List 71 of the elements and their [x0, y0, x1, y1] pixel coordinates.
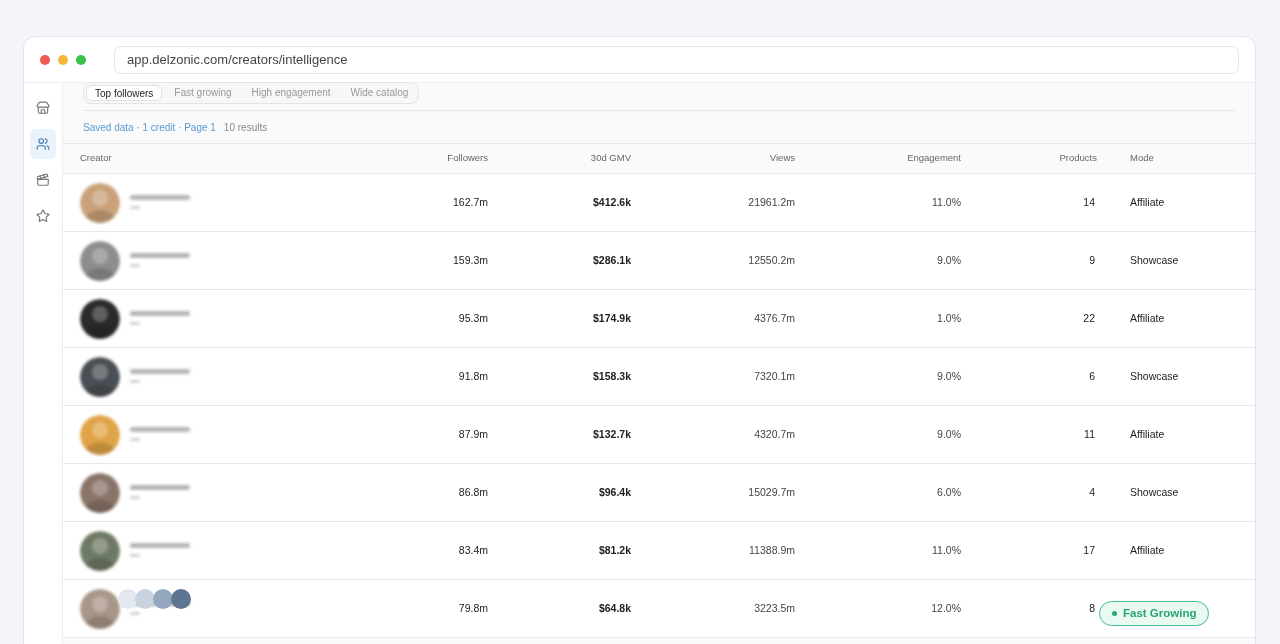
products-cell-text: 17 [1082, 542, 1096, 558]
table-row[interactable]: 83.4m $81.2k 11388.9m 11.0% 17 Affiliate [63, 522, 1255, 580]
engagement-cell-text: 6.0% [936, 484, 961, 500]
followers-cell-text: 91.8m [457, 368, 488, 384]
mode-cell-text: Showcase [1129, 252, 1180, 268]
gmv-cell-text: $286.1k [592, 252, 631, 268]
clapperboard-icon [36, 173, 50, 187]
followers-cell-text: 86.8m [457, 484, 488, 500]
engagement-cell-text: 9.0% [936, 252, 961, 268]
gmv-cell-text: $81.2k [597, 542, 631, 558]
star-icon [36, 209, 50, 223]
mode-cell-text: Affiliate [1129, 310, 1166, 326]
gmv-cell-text: $174.9k [592, 310, 631, 326]
column-header[interactable]: Followers [380, 151, 488, 166]
followers-cell-text: 162.7m [451, 194, 488, 210]
column-header[interactable]: Engagement [795, 151, 961, 166]
engagement-cell-text: 11.0% [931, 194, 961, 210]
table-row[interactable]: 159.3m $286.1k 12550.2m 9.0% 9 Showcase [63, 232, 1255, 290]
gmv-cell-text: $64.8k [597, 600, 631, 616]
table-row[interactable]: 87.9m $132.7k 4320.7m 9.0% 11 Affiliate [63, 406, 1255, 464]
column-header[interactable]: Views [631, 151, 795, 166]
products-cell-text: 6 [1088, 368, 1096, 384]
products-cell-text: 14 [1082, 194, 1096, 210]
engagement-cell-text: 11.0% [931, 542, 961, 558]
sidebar-item[interactable] [30, 129, 56, 159]
mode-cell-text: Affiliate [1129, 542, 1166, 558]
mode-cell-text: Affiliate [1129, 426, 1166, 442]
gmv-cell-text: $158.3k [592, 368, 631, 384]
views-cell-text: 7320.1m [753, 368, 795, 384]
mode-cell-text: Showcase [1129, 484, 1180, 500]
results-count: 10 results [223, 120, 268, 135]
products-cell-text: 22 [1082, 310, 1096, 326]
engagement-cell-text: 12.0% [930, 600, 961, 616]
address-bar[interactable]: app.delzonic.com/creators/intelligence [114, 45, 1239, 74]
views-cell-text: 12550.2m [747, 252, 795, 268]
views-cell-text: 4376.7m [753, 310, 795, 326]
products-cell-text: 8 [1088, 600, 1096, 616]
column-header[interactable]: Mode [1097, 151, 1255, 166]
followers-cell-text: 87.9m [457, 426, 488, 442]
gmv-cell-text: $412.6k [592, 194, 631, 210]
followers-cell-text: 79.8m [457, 600, 488, 616]
gmv-cell-text: $132.7k [592, 426, 631, 442]
views-cell-text: 21961.2m [747, 194, 795, 210]
mode-cell-text: Affiliate [1129, 194, 1166, 210]
trend-badge: Fast Growing [1099, 601, 1210, 626]
products-cell-text: 11 [1083, 426, 1096, 442]
gmv-cell-text: $96.4k [597, 484, 631, 500]
filter-tab[interactable]: Top followers [86, 85, 163, 101]
products-cell-text: 4 [1088, 484, 1096, 500]
mode-cell-text: Showcase [1129, 368, 1180, 384]
store-icon [36, 101, 50, 115]
engagement-cell-text: 1.0% [936, 310, 961, 326]
views-cell-text: 3223.5m [753, 600, 795, 616]
table-row[interactable]: 91.8m $158.3k 7320.1m 9.0% 6 Showcase [63, 348, 1255, 406]
data-source-text: Saved data · 1 credit · Page 1 [83, 120, 216, 135]
users-icon [36, 137, 50, 151]
engagement-cell-text: 9.0% [936, 368, 961, 384]
column-header[interactable]: Products [961, 151, 1097, 166]
followers-cell-text: 83.4m [457, 542, 488, 558]
column-header[interactable]: Creator [80, 151, 380, 166]
views-cell-text: 4320.7m [753, 426, 795, 442]
views-cell-text: 11388.9m [748, 542, 795, 558]
table-row[interactable]: 86.8m $96.4k 15029.7m 6.0% 4 Showcase [63, 464, 1255, 522]
followers-cell-text: 159.3m [451, 252, 488, 268]
followers-cell-text: 95.3m [457, 310, 488, 326]
table-row[interactable]: 95.3m $174.9k 4376.7m 1.0% 22 Affiliate [63, 290, 1255, 348]
column-header[interactable]: 30d GMV [488, 151, 631, 166]
views-cell-text: 15029.7m [747, 484, 795, 500]
table-row[interactable]: 162.7m $412.6k 21961.2m 11.0% 14 Affiliate [63, 174, 1255, 232]
products-cell-text: 9 [1088, 252, 1096, 268]
engagement-cell-text: 9.0% [936, 426, 961, 442]
